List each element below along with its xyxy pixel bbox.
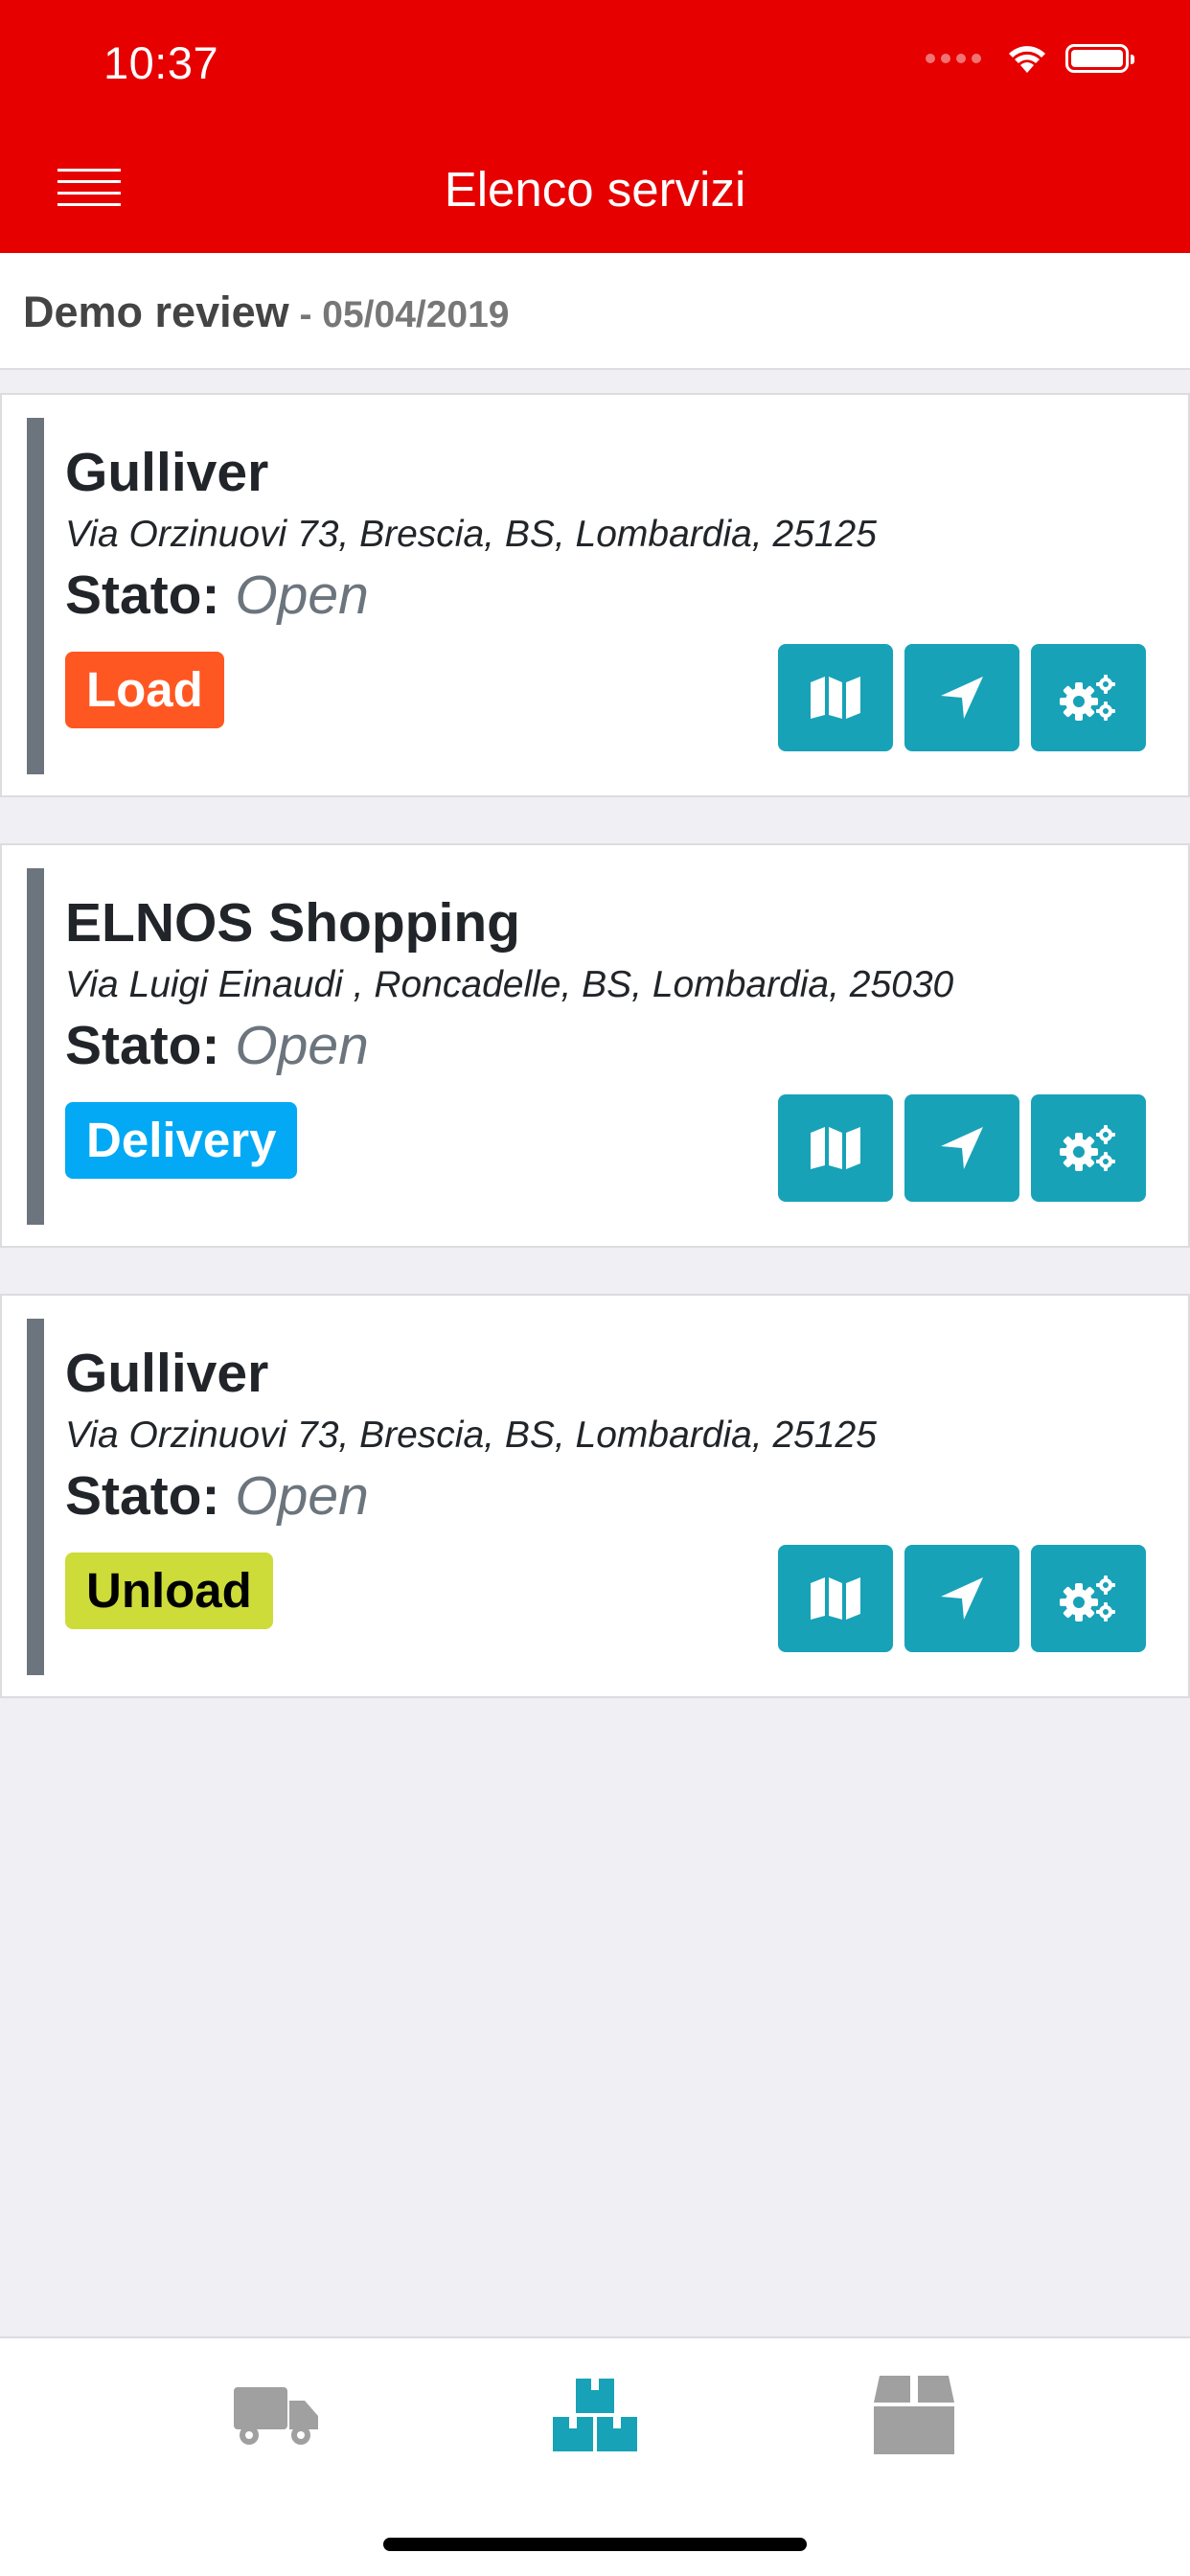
service-type-badge: Unload [65, 1552, 273, 1629]
truck-icon [234, 2387, 318, 2445]
battery-icon [1065, 44, 1134, 73]
card-actions [778, 1545, 1146, 1652]
boxes-icon [553, 2379, 637, 2451]
route-name: Demo review - 05/04/2019 [23, 288, 509, 337]
map-button[interactable] [778, 644, 893, 751]
cogs-icon [1060, 1576, 1115, 1622]
tab-box[interactable] [857, 2367, 972, 2463]
service-card[interactable]: Gulliver Via Orzinuovi 73, Brescia, BS, … [0, 1294, 1190, 1698]
card-accent-bar [27, 1319, 44, 1675]
route-title: Demo review [23, 288, 289, 336]
map-icon [811, 677, 860, 719]
navigate-icon [941, 1127, 983, 1169]
settings-button[interactable] [1031, 1545, 1146, 1652]
service-status: Stato: Open [65, 1464, 369, 1528]
map-icon [811, 1127, 860, 1169]
service-address: Via Orzinuovi 73, Brescia, BS, Lombardia… [65, 1414, 877, 1456]
status-icons [926, 42, 1134, 75]
card-actions [778, 1094, 1146, 1202]
status-value: Open [235, 1465, 369, 1527]
status-label: Stato: [65, 1465, 220, 1527]
settings-button[interactable] [1031, 1094, 1146, 1202]
status-time: 10:37 [103, 37, 219, 88]
map-button[interactable] [778, 1094, 893, 1202]
tab-truck[interactable] [218, 2367, 333, 2463]
navigate-button[interactable] [904, 1094, 1019, 1202]
navigate-icon [941, 1577, 983, 1620]
status-label: Stato: [65, 1015, 220, 1076]
status-value: Open [235, 1015, 369, 1076]
map-button[interactable] [778, 1545, 893, 1652]
navigate-button[interactable] [904, 1545, 1019, 1652]
page-title: Elenco servizi [444, 162, 746, 217]
box-icon [874, 2376, 954, 2454]
route-subheader: Demo review - 05/04/2019 [0, 253, 1190, 370]
service-card[interactable]: Gulliver Via Orzinuovi 73, Brescia, BS, … [0, 393, 1190, 797]
settings-button[interactable] [1031, 644, 1146, 751]
status-label: Stato: [65, 564, 220, 626]
navigate-button[interactable] [904, 644, 1019, 751]
service-title: Gulliver [65, 1343, 269, 1404]
cogs-icon [1060, 1125, 1115, 1171]
card-accent-bar [27, 418, 44, 774]
service-title: ELNOS Shopping [65, 892, 520, 954]
home-indicator [383, 2538, 807, 2551]
signal-icon [926, 54, 981, 63]
card-accent-bar [27, 868, 44, 1225]
card-actions [778, 644, 1146, 751]
service-type-badge: Delivery [65, 1102, 298, 1179]
tab-boxes[interactable] [538, 2367, 652, 2463]
cogs-icon [1060, 675, 1115, 721]
navigate-icon [941, 677, 983, 719]
service-card[interactable]: ELNOS Shopping Via Luigi Einaudi , Ronca… [0, 843, 1190, 1248]
app-header: 10:37 Elenco servizi [0, 0, 1190, 253]
service-status: Stato: Open [65, 564, 369, 627]
route-date: - 05/04/2019 [288, 294, 510, 335]
service-title: Gulliver [65, 442, 269, 503]
map-icon [811, 1577, 860, 1620]
service-type-badge: Load [65, 652, 224, 728]
service-address: Via Orzinuovi 73, Brescia, BS, Lombardia… [65, 514, 877, 555]
status-value: Open [235, 564, 369, 626]
service-address: Via Luigi Einaudi , Roncadelle, BS, Lomb… [65, 964, 954, 1005]
service-status: Stato: Open [65, 1014, 369, 1077]
wifi-icon [1009, 46, 1045, 73]
